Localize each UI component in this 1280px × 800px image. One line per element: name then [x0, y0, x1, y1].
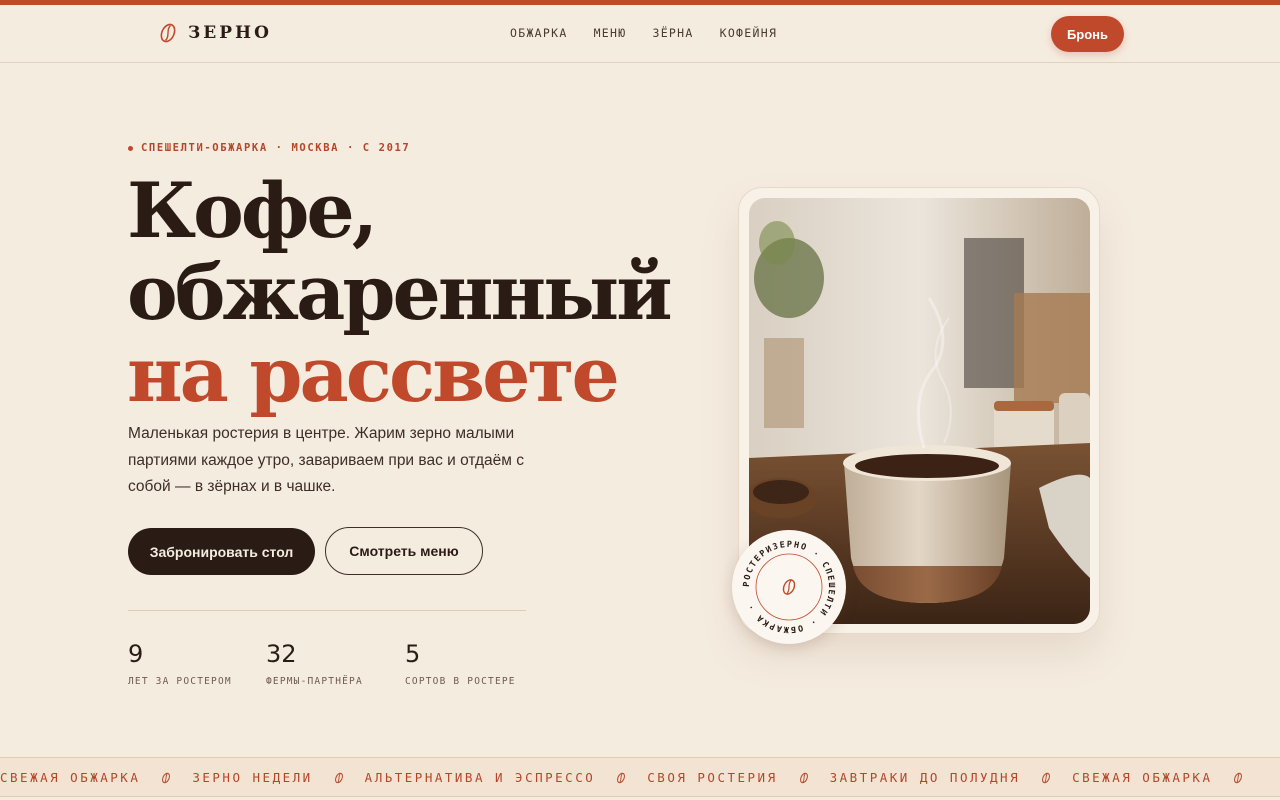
stat-value: 5: [405, 640, 421, 668]
marquee-ticker: СВЕЖАЯ ОБЖАРКА ЗЕРНО НЕДЕЛИ АЛЬТЕРНАТИВА…: [0, 757, 1280, 797]
ticker-item: СВЕЖАЯ ОБЖАРКА: [0, 770, 141, 785]
nav-item-beans[interactable]: ЗЁРНА: [652, 26, 693, 40]
book-table-button[interactable]: Забронировать стол: [128, 528, 315, 575]
hero-title: Кофе, обжаренный на рассвете: [127, 170, 687, 416]
hero-title-line-1: Кофе,: [127, 166, 378, 255]
stat-value: 9: [128, 640, 144, 668]
booking-button[interactable]: Бронь: [1051, 16, 1124, 52]
ticker-item: СВЕЖАЯ ОБЖАРКА: [1072, 770, 1213, 785]
hero-lead: Маленькая ростерия в центре. Жарим зерно…: [128, 425, 524, 495]
nav-item-menu[interactable]: МЕНЮ: [594, 26, 627, 40]
coffee-bean-icon: [162, 772, 171, 783]
coffee-bean-icon: [334, 772, 343, 783]
main-nav: ОБЖАРКА МЕНЮ ЗЁРНА КОФЕЙНЯ: [510, 26, 803, 40]
coffee-bean-icon: [1042, 772, 1051, 783]
stat-label: СОРТОВ В РОСТЕРЕ: [405, 676, 516, 687]
stat-label: ФЕРМЫ-ПАРТНЁРА: [266, 676, 363, 687]
ticker-item: АЛЬТЕРНАТИВА И ЭСПРЕССО: [364, 770, 596, 785]
coffee-bean-icon: [617, 772, 626, 783]
stat-value: 32: [266, 640, 297, 668]
stat-farms: 32 ФЕРМЫ-ПАРТНЁРА: [266, 640, 363, 687]
brand-name: ЗЕРНО: [188, 23, 272, 43]
stat-years: 9 ЛЕТ ЗА РОСТЕРОМ: [128, 640, 232, 687]
hero-divider: [128, 610, 526, 611]
nav-item-roasting[interactable]: ОБЖАРКА: [510, 26, 568, 40]
eyebrow-dot: [128, 145, 133, 151]
nav-item-cafe[interactable]: КОФЕЙНЯ: [720, 26, 778, 40]
ticker-item: СВОЯ РОСТЕРИЯ: [647, 770, 778, 785]
view-menu-button[interactable]: Смотреть меню: [325, 527, 483, 575]
eyebrow-text: СПЕШЕЛТИ-ОБЖАРКА · МОСКВА · С 2017: [141, 142, 411, 154]
site-header: ЗЕРНО ОБЖАРКА МЕНЮ ЗЁРНА КОФЕЙНЯ Бронь: [0, 5, 1280, 63]
coffee-bean-icon: [799, 772, 808, 783]
stat-label: ЛЕТ ЗА РОСТЕРОМ: [128, 676, 232, 687]
ticker-track: СВЕЖАЯ ОБЖАРКА ЗЕРНО НЕДЕЛИ АЛЬТЕРНАТИВА…: [0, 770, 1264, 785]
hero-title-accent: на рассвете: [127, 330, 620, 419]
roaster-seal-badge: РОСТЕРИЗЕРНО · СПЕШЕЛТИ · ОБЖАРКА ·: [732, 530, 846, 644]
stat-varieties: 5 СОРТОВ В РОСТЕРЕ: [405, 640, 516, 687]
ticker-item: ЗЕРНО НЕДЕЛИ: [192, 770, 313, 785]
coffee-bean-icon: [1234, 772, 1243, 783]
coffee-bean-icon: [160, 23, 176, 43]
hero-title-line-2: обжаренный: [127, 248, 673, 337]
hero-eyebrow: СПЕШЕЛТИ-ОБЖАРКА · МОСКВА · С 2017: [128, 142, 410, 154]
logo[interactable]: ЗЕРНО: [158, 22, 272, 44]
coffee-bean-icon: [782, 579, 796, 595]
ticker-item: ЗАВТРАКИ ДО ПОЛУДНЯ: [829, 770, 1021, 785]
